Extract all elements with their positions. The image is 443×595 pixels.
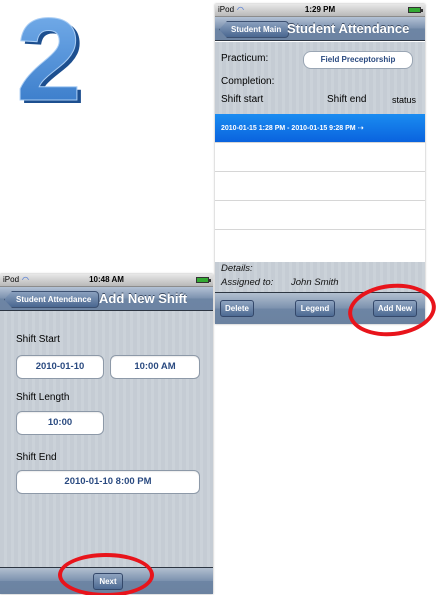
delete-button[interactable]: Delete bbox=[220, 300, 254, 317]
next-button[interactable]: Next bbox=[93, 573, 123, 590]
details-panel: Details: Assigned to: John Smith bbox=[215, 254, 425, 292]
status-bar: iPod ◠ 10:48 AM bbox=[0, 274, 213, 287]
add-new-shift-screen: iPod ◠ 10:48 AM Student Attendance Add N… bbox=[0, 274, 213, 594]
back-button-student-main[interactable]: Student Main bbox=[219, 21, 290, 38]
shift-length-label: Shift Length bbox=[16, 392, 70, 403]
legend-button[interactable]: Legend bbox=[295, 300, 335, 317]
status-bar: iPod ◠ 1:29 PM bbox=[215, 4, 425, 17]
shift-row[interactable]: 2010-01-15 1:28 PM - 2010-01-15 9:28 PM … bbox=[215, 114, 425, 143]
battery-icon bbox=[408, 7, 423, 13]
details-label: Details: bbox=[221, 263, 253, 274]
assigned-label: Assigned to: bbox=[221, 277, 274, 288]
practicum-selector[interactable]: Field Preceptorship bbox=[303, 51, 413, 69]
nav-bar: Student Attendance Add New Shift bbox=[0, 287, 213, 311]
column-shift-end: Shift end bbox=[327, 94, 367, 105]
back-button-student-attendance[interactable]: Student Attendance bbox=[4, 291, 100, 308]
status-time: 1:29 PM bbox=[304, 5, 336, 14]
nav-bar: Student Main Student Attendance bbox=[215, 17, 425, 41]
step-number-graphic: 2 2 bbox=[16, 8, 86, 108]
shift-end-label: Shift End bbox=[16, 452, 57, 463]
column-shift-start: Shift start bbox=[221, 94, 264, 105]
add-shift-form: Shift Start 2010-01-10 10:00 AM Shift Le… bbox=[0, 312, 213, 594]
completion-label: Completion: bbox=[221, 76, 275, 87]
practicum-header: Practicum: Field Preceptorship Completio… bbox=[215, 42, 425, 114]
empty-row bbox=[215, 201, 425, 230]
empty-row bbox=[215, 143, 425, 172]
shift-end-field[interactable]: 2010-01-10 8:00 PM bbox=[16, 470, 200, 494]
bottom-toolbar: Delete Legend Add New bbox=[215, 292, 425, 324]
shift-length-field[interactable]: 10:00 bbox=[16, 411, 104, 435]
assigned-value: John Smith bbox=[291, 277, 339, 288]
page-title: Student Attendance bbox=[287, 21, 410, 36]
page-title: Add New Shift bbox=[99, 291, 188, 306]
shift-start-time-field[interactable]: 10:00 AM bbox=[110, 355, 200, 379]
shift-start-label: Shift Start bbox=[16, 334, 60, 345]
empty-row bbox=[215, 172, 425, 201]
shift-list: 2010-01-15 1:28 PM - 2010-01-15 9:28 PM … bbox=[215, 114, 425, 262]
bottom-toolbar: Next bbox=[0, 567, 213, 594]
attendance-content: Practicum: Field Preceptorship Completio… bbox=[215, 42, 425, 324]
step-number-face: 2 bbox=[16, 8, 82, 108]
practicum-label: Practicum: bbox=[221, 53, 269, 64]
status-time: 10:48 AM bbox=[89, 275, 124, 284]
student-attendance-screen: iPod ◠ 1:29 PM Student Main Student Atte… bbox=[215, 4, 425, 324]
add-new-button[interactable]: Add New bbox=[373, 300, 417, 317]
column-status: status bbox=[392, 95, 417, 105]
battery-icon bbox=[196, 277, 211, 283]
shift-start-date-field[interactable]: 2010-01-10 bbox=[16, 355, 104, 379]
